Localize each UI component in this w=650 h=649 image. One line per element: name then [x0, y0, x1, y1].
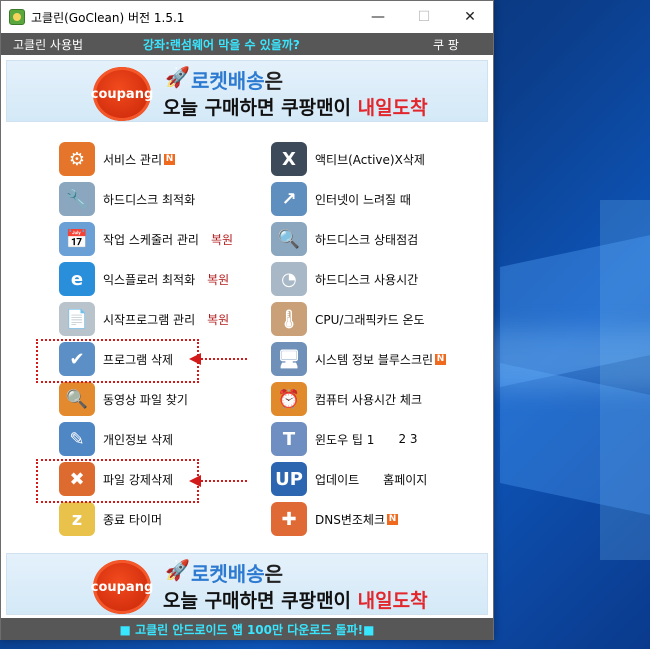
left-item-1[interactable]: 🔧 하드디스크 최적화	[59, 181, 195, 217]
left-item-3[interactable]: e 익스플로러 최적화 복원	[59, 261, 229, 297]
banner-next-day: 내일도착	[357, 97, 428, 119]
left-item-label: 하드디스크 최적화	[103, 192, 196, 207]
document-icon: 📄	[59, 302, 95, 336]
new-badge: N	[387, 513, 398, 525]
right-item-3[interactable]: ◔ 하드디스크 사용시간	[271, 261, 418, 297]
arrow-head-force-delete	[189, 475, 201, 487]
system-info-icon: 🖥	[271, 342, 307, 376]
left-item-label: 작업 스케줄러 관리	[103, 232, 199, 247]
goclean-window: 고클린(GoClean) 버전 1.5.1 — ☐ ✕ 고클린 사용법 강좌:랜…	[0, 0, 494, 640]
disk-time-icon: ◔	[271, 262, 307, 296]
left-item-label: 종료 타이머	[103, 512, 163, 527]
banner-subline-text: 오늘 구매하면 쿠팡맨이	[163, 97, 358, 119]
left-item-2[interactable]: 📅 작업 스케줄러 관리 복원	[59, 221, 233, 257]
left-item-label: 개인정보 삭제	[103, 432, 174, 447]
arrow-head-uninstall	[189, 353, 201, 365]
restore-link[interactable]: 복원	[211, 231, 233, 248]
rocket-icon: 🚀	[165, 558, 190, 582]
left-item-label: 시작프로그램 관리	[103, 312, 196, 327]
arrow-uninstall	[201, 358, 247, 360]
new-badge: N	[435, 353, 447, 365]
timer-icon: z	[59, 502, 95, 536]
new-badge: N	[164, 153, 176, 165]
footer-bar[interactable]: ■ 고클린 안드로이드 앱 100만 다운로드 돌파!■	[1, 618, 493, 640]
right-item-label: 인터넷이 느려질 때	[315, 192, 411, 207]
right-item-label: DNS변조체크	[315, 512, 385, 527]
right-item-9[interactable]: ✚ DNS변조체크 N	[271, 501, 398, 537]
right-item-label: 컴퓨터 사용시간 체크	[315, 392, 422, 407]
clock-icon: ⏰	[271, 382, 307, 416]
right-item-4[interactable]: 🌡 CPU/그래픽카드 온도	[271, 301, 425, 337]
banner-subline: 오늘 구매하면 쿠팡맨이 내일도착	[163, 586, 428, 613]
menu-bar: 고클린 사용법 강좌:랜섬웨어 막을 수 있을까? 쿠 팡	[1, 33, 493, 55]
right-item-6[interactable]: ⏰ 컴퓨터 사용시간 체크	[271, 381, 422, 417]
banner-subline: 오늘 구매하면 쿠팡맨이 내일도착	[163, 93, 428, 120]
menu-ransomware-lecture[interactable]: 강좌:랜섬웨어 막을 수 있을까?	[143, 36, 383, 53]
banner-headline: 로켓배송은	[191, 558, 283, 587]
minimize-button[interactable]: —	[355, 1, 401, 33]
left-item-4[interactable]: 📄 시작프로그램 관리 복원	[59, 301, 229, 337]
internet-icon: ↗	[271, 182, 307, 216]
right-item-label: 하드디스크 사용시간	[315, 272, 419, 287]
banner-rocket-delivery: 로켓배송	[191, 562, 265, 586]
scheduler-icon: 📅	[59, 222, 95, 256]
update-icon: UP	[271, 462, 307, 496]
right-item-label: 업데이트	[315, 472, 360, 487]
arrow-force-delete	[201, 480, 247, 482]
left-item-7[interactable]: ✎ 개인정보 삭제	[59, 421, 173, 457]
right-item-label: 하드디스크 상태점검	[315, 232, 419, 247]
magnifier-icon: 🔍	[59, 382, 95, 416]
highlight-box-force-delete	[36, 459, 199, 503]
maximize-button: ☐	[417, 9, 431, 25]
extra-link[interactable]: 2 3	[398, 432, 417, 446]
banner-next-day: 내일도착	[357, 590, 428, 612]
banner-headline: 로켓배송은	[191, 65, 283, 94]
ie-icon: e	[59, 262, 95, 296]
right-item-7[interactable]: T 윈도우 팁 1 2 3	[271, 421, 418, 457]
coupang-logo: coupang	[91, 67, 153, 121]
privacy-icon: ✎	[59, 422, 95, 456]
menu-coupang[interactable]: 쿠 팡	[433, 36, 459, 53]
disk-wrench-icon: 🔧	[59, 182, 95, 216]
banner-headline-suffix: 은	[264, 562, 284, 586]
restore-link[interactable]: 복원	[207, 271, 229, 288]
close-button[interactable]: ✕	[447, 1, 493, 33]
left-item-0[interactable]: ⚙ 서비스 관리 N	[59, 141, 176, 177]
rocket-icon: 🚀	[165, 65, 190, 89]
left-item-label: 익스플로러 최적화	[103, 272, 196, 287]
highlight-box-uninstall	[36, 339, 199, 383]
right-item-1[interactable]: ↗ 인터넷이 느려질 때	[271, 181, 411, 217]
thermometer-icon: 🌡	[271, 302, 307, 336]
disk-check-icon: 🔍	[271, 222, 307, 256]
banner-subline-text: 오늘 구매하면 쿠팡맨이	[163, 590, 358, 612]
banner-headline-suffix: 은	[264, 69, 284, 93]
right-item-2[interactable]: 🔍 하드디스크 상태점검	[271, 221, 418, 257]
banner-rocket-delivery: 로켓배송	[191, 69, 265, 93]
left-item-9[interactable]: z 종료 타이머	[59, 501, 162, 537]
restore-link[interactable]: 복원	[207, 311, 229, 328]
right-item-label: CPU/그래픽카드 온도	[315, 312, 425, 327]
window-title: 고클린(GoClean) 버전 1.5.1	[31, 10, 185, 25]
right-item-8[interactable]: UP 업데이트 홈페이지	[271, 461, 427, 497]
goclean-app-icon	[9, 9, 25, 25]
right-item-5[interactable]: 🖥 시스템 정보 블루스크린 N	[271, 341, 447, 377]
coupang-banner-bottom[interactable]: coupang 🚀 로켓배송은 오늘 구매하면 쿠팡맨이 내일도착	[6, 553, 488, 615]
gear-icon: ⚙	[59, 142, 95, 176]
coupang-banner-top[interactable]: coupang 🚀 로켓배송은 오늘 구매하면 쿠팡맨이 내일도착	[6, 60, 488, 122]
menu-usage-guide[interactable]: 고클린 사용법	[13, 36, 143, 53]
shield-icon: ✚	[271, 502, 307, 536]
coupang-logo: coupang	[91, 560, 153, 614]
right-item-label: 액티브(Active)X삭제	[315, 152, 425, 167]
right-item-label: 시스템 정보 블루스크린	[315, 352, 434, 367]
extra-link[interactable]: 홈페이지	[383, 471, 427, 488]
left-item-label: 서비스 관리	[103, 152, 163, 167]
tip-icon: T	[271, 422, 307, 456]
title-bar[interactable]: 고클린(GoClean) 버전 1.5.1 — ☐ ✕	[1, 1, 493, 33]
right-item-label: 윈도우 팁 1	[315, 432, 375, 447]
activex-icon: X	[271, 142, 307, 176]
left-item-label: 동영상 파일 찾기	[103, 392, 188, 407]
left-item-6[interactable]: 🔍 동영상 파일 찾기	[59, 381, 188, 417]
right-item-0[interactable]: X 액티브(Active)X삭제	[271, 141, 425, 177]
